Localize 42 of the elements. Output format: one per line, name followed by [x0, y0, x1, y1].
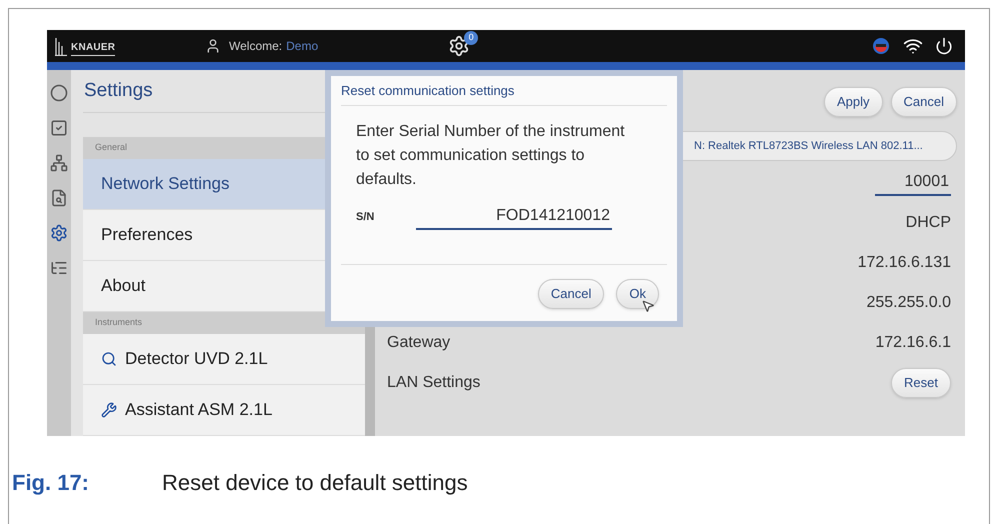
figure-label: Fig. 17: [12, 469, 90, 497]
auto-gear-icon[interactable] [448, 35, 470, 57]
reset-button[interactable]: Reset [891, 368, 951, 398]
notification-badge: 0 [464, 31, 478, 45]
checkbox-icon[interactable] [50, 119, 68, 137]
dialog-title: Reset communication settings [341, 82, 514, 100]
network-icon[interactable] [50, 154, 68, 172]
figure-caption: Reset device to default settings [162, 469, 468, 497]
apply-button[interactable]: Apply [824, 87, 883, 117]
circle-icon[interactable] [50, 84, 68, 102]
setting-value: 255.255.0.0 [866, 293, 951, 313]
section-heading: Instruments [83, 312, 365, 334]
menu-item[interactable]: Assistant ASM 2.1L [83, 385, 365, 436]
serial-number-field[interactable]: FOD141210012 [416, 204, 612, 230]
menu-item[interactable]: Detector UVD 2.1L [83, 334, 365, 385]
settings-icon[interactable] [50, 224, 68, 242]
cancel-button[interactable]: Cancel [538, 279, 604, 309]
user-icon [205, 38, 221, 54]
logo-icon [55, 36, 67, 56]
port-field[interactable]: 10001 [874, 170, 951, 196]
setting-value: 172.16.6.1 [875, 333, 951, 353]
cursor-icon [641, 299, 655, 313]
welcome-label: Welcome: [229, 38, 282, 55]
settings-title: Settings [84, 78, 153, 103]
serial-label: S/N [356, 210, 376, 225]
setting-label: LAN Settings [387, 373, 480, 393]
document-search-icon[interactable] [50, 189, 68, 207]
power-icon[interactable] [935, 37, 953, 55]
menu-item[interactable]: Network Settings [83, 159, 325, 210]
setting-value: 172.16.6.131 [858, 253, 951, 273]
search-icon [101, 351, 117, 367]
cancel-button[interactable]: Cancel [890, 87, 957, 117]
ok-button[interactable]: Ok [616, 279, 659, 309]
tools-icon [101, 402, 117, 418]
setting-label: Gateway [387, 333, 450, 353]
list-icon[interactable] [50, 259, 68, 277]
menu-item[interactable]: About [83, 261, 325, 312]
user-name: Demo [286, 38, 318, 55]
status-logo-icon[interactable] [871, 36, 891, 56]
brand-logo: KNAUER [71, 40, 116, 56]
menu-item[interactable]: Preferences [83, 210, 325, 261]
setting-value: DHCP [906, 213, 951, 233]
